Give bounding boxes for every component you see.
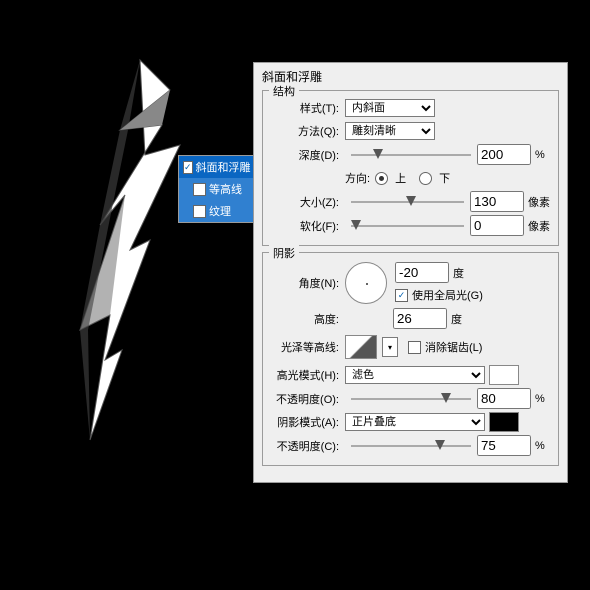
- style-label: 纹理: [209, 203, 231, 219]
- size-slider[interactable]: [351, 195, 464, 209]
- style-label: 斜面和浮雕: [196, 159, 251, 175]
- unit-deg: 度: [451, 311, 462, 327]
- checkbox-icon: [193, 205, 206, 218]
- technique-select[interactable]: 雕刻清晰: [345, 122, 435, 140]
- shadow-opacity-slider[interactable]: [351, 439, 471, 453]
- unit-percent: %: [535, 149, 545, 161]
- angle-input[interactable]: [395, 262, 449, 283]
- style-item-texture[interactable]: 纹理: [179, 200, 253, 222]
- style-item-contour[interactable]: 等高线: [179, 178, 253, 200]
- highlight-color-swatch[interactable]: [489, 365, 519, 385]
- depth-label: 深度(D):: [271, 147, 345, 163]
- shadow-opacity-label: 不透明度(C):: [271, 438, 345, 454]
- unit-px: 像素: [528, 218, 550, 234]
- shadow-color-swatch[interactable]: [489, 412, 519, 432]
- gloss-contour-label: 光泽等高线:: [271, 339, 345, 355]
- lightning-bolt-preview: [50, 50, 200, 470]
- depth-input[interactable]: [477, 144, 531, 165]
- altitude-label: 高度:: [271, 311, 345, 327]
- style-select[interactable]: 内斜面: [345, 99, 435, 117]
- structure-group: 结构 样式(T):内斜面 方法(Q):雕刻清晰 深度(D):% 方向:上下 大小…: [262, 90, 559, 246]
- radio-up[interactable]: [375, 172, 388, 185]
- bevel-panel: 斜面和浮雕 结构 样式(T):内斜面 方法(Q):雕刻清晰 深度(D):% 方向…: [253, 62, 568, 483]
- technique-label: 方法(Q):: [271, 123, 345, 139]
- altitude-input[interactable]: [393, 308, 447, 329]
- direction-label: 方向:: [345, 170, 370, 186]
- soften-slider[interactable]: [351, 219, 464, 233]
- gloss-contour-picker[interactable]: [345, 335, 377, 359]
- size-label: 大小(Z):: [271, 194, 345, 210]
- highlight-opacity-label: 不透明度(O):: [271, 391, 345, 407]
- style-label: 等高线: [209, 181, 242, 197]
- depth-slider[interactable]: [351, 148, 471, 162]
- shadow-mode-select[interactable]: 正片叠底: [345, 413, 485, 431]
- up-label: 上: [395, 170, 406, 186]
- styles-sidebar: 斜面和浮雕 等高线 纹理: [178, 155, 254, 223]
- highlight-mode-label: 高光模式(H):: [271, 367, 345, 383]
- angle-dial[interactable]: [345, 262, 387, 304]
- down-label: 下: [439, 170, 450, 186]
- unit-deg: 度: [453, 265, 464, 281]
- radio-down[interactable]: [419, 172, 432, 185]
- global-light-label: 使用全局光(G): [412, 287, 483, 303]
- highlight-mode-select[interactable]: 滤色: [345, 366, 485, 384]
- checkbox-icon: [183, 161, 193, 174]
- group-heading: 结构: [269, 83, 299, 99]
- unit-percent: %: [535, 440, 545, 452]
- soften-label: 软化(F):: [271, 218, 345, 234]
- antialias-checkbox[interactable]: [408, 341, 421, 354]
- panel-title: 斜面和浮雕: [262, 66, 559, 87]
- shading-group: 阴影 角度(N): 度 使用全局光(G) 高度:度 光泽等高线:▾消除锯齿(L)…: [262, 252, 559, 466]
- group-heading: 阴影: [269, 245, 299, 261]
- soften-input[interactable]: [470, 215, 524, 236]
- style-item-bevel[interactable]: 斜面和浮雕: [179, 156, 253, 178]
- dropdown-icon[interactable]: ▾: [382, 337, 398, 357]
- size-input[interactable]: [470, 191, 524, 212]
- angle-label: 角度(N):: [271, 275, 345, 291]
- style-label: 样式(T):: [271, 100, 345, 116]
- unit-px: 像素: [528, 194, 550, 210]
- highlight-opacity-slider[interactable]: [351, 392, 471, 406]
- unit-percent: %: [535, 393, 545, 405]
- antialias-label: 消除锯齿(L): [425, 339, 482, 355]
- checkbox-icon: [193, 183, 206, 196]
- global-light-checkbox[interactable]: [395, 289, 408, 302]
- shadow-mode-label: 阴影模式(A):: [271, 414, 345, 430]
- shadow-opacity-input[interactable]: [477, 435, 531, 456]
- highlight-opacity-input[interactable]: [477, 388, 531, 409]
